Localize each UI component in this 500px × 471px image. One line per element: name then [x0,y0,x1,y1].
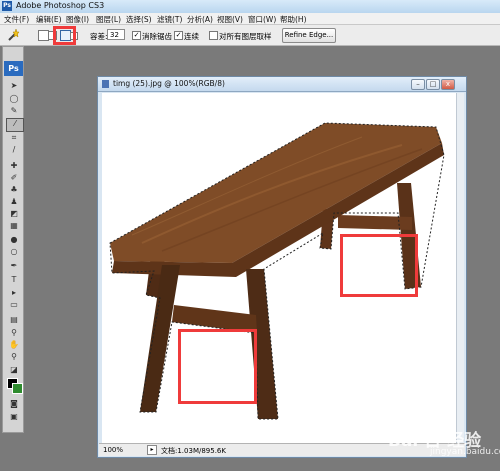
refine-edge-button[interactable]: Refine Edge... [282,28,336,43]
image-canvas[interactable] [102,93,458,444]
antialias-checkbox[interactable]: ✓ [132,31,141,40]
front-left-leg [140,265,180,412]
menu-help[interactable]: 帮助(H) [280,14,307,25]
magic-wand-active-tool-icon[interactable]: ⁄ [6,118,24,132]
menu-file[interactable]: 文件(F) [4,14,29,25]
move-tool-icon[interactable]: ➤ [9,81,19,90]
history-brush-icon[interactable]: ♟ [9,197,19,206]
zoom-level[interactable]: 100% [103,446,123,454]
maximize-button[interactable]: □ [426,79,440,90]
ps-logo: Ps [4,61,23,76]
options-bar: 容差: 32 ✓ 消除锯齿 ✓ 连续 对所有图层取样 Refine Edge..… [0,25,500,46]
contiguous-checkbox[interactable]: ✓ [174,31,183,40]
magic-wand-tool-icon[interactable] [6,28,20,42]
document-file-icon [102,80,109,88]
screen-mode-icon[interactable]: ▣ [9,412,19,421]
tools-panel: Ps ➤ ◯ ✎ ⁄ ⌗ / ✚ ✐ ♣ ♟ ◩ ▦ ● ○ ✒ T ▸ ▭ ▤… [2,46,24,433]
app-title-bar: Ps Adobe Photoshop CS3 [0,0,500,14]
back-crossbar [338,215,412,230]
crop-tool-icon[interactable]: ⌗ [9,133,19,142]
healing-brush-icon[interactable]: ✚ [9,161,19,170]
menu-bar: 文件(F) 编辑(E) 图像(I) 图层(L) 选择(S) 滤镜(T) 分析(A… [0,13,500,25]
document-title: timg (25).jpg @ 100%(RGB/8) [113,79,225,88]
default-colors-icon[interactable]: ◪ [9,365,19,374]
watermark-url: jingyan.baidu.com [430,447,500,457]
sample-all-layers-checkbox[interactable] [209,31,218,40]
antialias-label: 消除锯齿 [142,32,172,41]
type-tool-icon[interactable]: T [9,275,19,284]
menu-window[interactable]: 窗口(W) [248,14,276,25]
quick-select-tool-icon[interactable]: ✎ [9,106,19,115]
blur-tool-icon[interactable]: ● [9,235,19,244]
menu-filter[interactable]: 滤镜(T) [157,14,182,25]
contiguous-label: 连续 [184,32,199,41]
menu-select[interactable]: 选择(S) [126,14,152,25]
clone-stamp-icon[interactable]: ♣ [9,185,19,194]
menu-image[interactable]: 图像(I) [66,14,89,25]
tolerance-label: 容差: [90,32,108,41]
shape-tool-icon[interactable]: ▭ [9,300,19,309]
quick-mask-icon[interactable]: ◙ [9,399,19,408]
path-select-icon[interactable]: ▸ [9,288,19,297]
eyedropper-icon[interactable]: ⚲ [9,328,19,337]
document-size: 文档:1.03M/895.6K [161,447,226,455]
app-title: Adobe Photoshop CS3 [16,1,105,10]
eraser-tool-icon[interactable]: ◩ [9,209,19,218]
zoom-tool-icon[interactable]: ⚲ [9,352,19,361]
brush-tool-icon[interactable]: ✐ [9,173,19,182]
selection-mode-highlight-box [53,26,76,45]
minimize-button[interactable]: – [411,79,425,90]
close-button[interactable]: x [441,79,455,90]
menu-layer[interactable]: 图层(L) [96,14,121,25]
vertical-scrollbar[interactable] [456,93,464,444]
background-color-swatch[interactable] [12,383,23,394]
highlight-box-back-leg [340,234,418,297]
tolerance-input[interactable]: 32 [107,29,125,40]
menu-analysis[interactable]: 分析(A) [187,14,213,25]
document-window: timg (25).jpg @ 100%(RGB/8) – □ x 100% ▸… [97,76,467,458]
menu-view[interactable]: 视图(V) [217,14,243,25]
gradient-tool-icon[interactable]: ▦ [9,221,19,230]
dodge-tool-icon[interactable]: ○ [9,247,19,256]
pen-tool-icon[interactable]: ✒ [9,261,19,270]
notes-tool-icon[interactable]: ▤ [9,315,19,324]
hand-tool-icon[interactable]: ✋ [9,340,19,349]
highlight-box-front-leg [178,329,257,404]
status-menu-arrow-icon[interactable]: ▸ [147,445,157,455]
menu-edit[interactable]: 编辑(E) [36,14,62,25]
photoshop-app-icon: Ps [2,1,12,11]
slice-tool-icon[interactable]: / [9,145,19,154]
document-title-bar: timg (25).jpg @ 100%(RGB/8) – □ x [98,77,466,92]
sample-all-layers-label: 对所有图层取样 [219,32,272,41]
lasso-tool-icon[interactable]: ◯ [9,94,19,103]
